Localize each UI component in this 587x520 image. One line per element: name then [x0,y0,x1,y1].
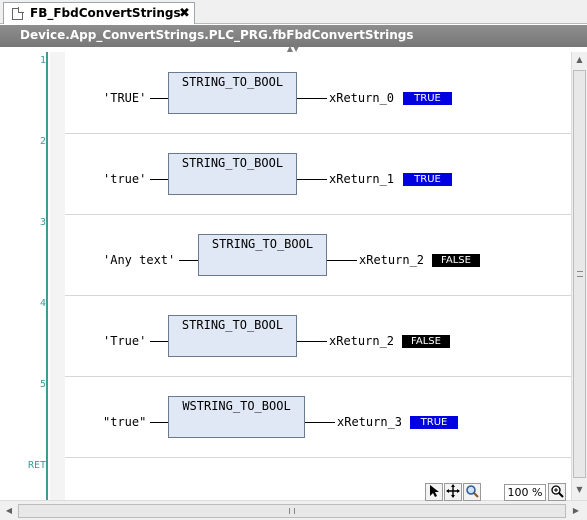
scroll-down-icon[interactable]: ▼ [572,482,587,498]
vertical-scroll-thumb[interactable] [573,70,586,478]
input-wire [150,422,168,423]
pointer-icon[interactable] [425,483,443,501]
output-variable[interactable]: xReturn_1 [329,172,394,186]
input-constant[interactable]: 'TRUE' [103,91,146,105]
output-variable[interactable]: xReturn_2 [359,253,424,267]
network-separator [65,133,571,134]
output-wire [327,260,357,261]
scroll-left-icon[interactable]: ◀ [1,503,17,519]
document-icon [12,7,24,20]
output-wire [305,422,335,423]
horizontal-scroll-thumb[interactable] [18,504,566,518]
network-separator [65,376,571,377]
online-value-badge: TRUE [403,92,452,105]
function-block-name: STRING_TO_BOOL [181,318,284,332]
return-label[interactable]: RET [0,460,46,471]
output-wire [297,98,327,99]
vertical-scrollbar[interactable]: ▲ ▼ [571,52,587,500]
move-icon[interactable] [444,483,462,501]
input-wire [179,260,198,261]
scroll-up-icon[interactable]: ▲ [572,52,587,68]
online-value-badge: FALSE [402,335,450,348]
editor-tab-strip: FB_FbdConvertStrings ✖ [0,0,587,24]
function-block-name: STRING_TO_BOOL [181,156,284,170]
function-block[interactable]: WSTRING_TO_BOOL [168,396,305,438]
online-value-badge: TRUE [403,173,452,186]
network-number[interactable]: 3 [0,217,46,228]
input-constant[interactable]: "true" [103,415,146,429]
zoom-options-icon[interactable] [548,483,566,501]
zoom-level[interactable]: 100 % [504,484,546,501]
network-gutter [0,52,48,500]
network-separator [65,295,571,296]
output-variable[interactable]: xReturn_2 [329,334,394,348]
input-wire [150,179,168,180]
network-number[interactable]: 5 [0,379,46,390]
input-wire [150,341,168,342]
network-number[interactable]: 2 [0,136,46,147]
fbd-editor[interactable]: 1 'TRUE' STRING_TO_BOOL xReturn_0 TRUE 2 'true… [0,52,571,500]
network-number[interactable]: 1 [0,55,46,66]
scroll-right-icon[interactable]: ▶ [568,503,584,519]
input-constant[interactable]: 'true' [103,172,146,186]
output-wire [297,179,327,180]
function-block-name: STRING_TO_BOOL [211,237,314,251]
magnifier-icon[interactable] [463,483,481,501]
function-block[interactable]: STRING_TO_BOOL [198,234,327,276]
input-wire [150,98,168,99]
function-block-name: WSTRING_TO_BOOL [182,399,291,413]
function-block-name: STRING_TO_BOOL [181,75,284,89]
network-margin [50,52,65,500]
close-icon[interactable]: ✖ [179,6,190,21]
network-number[interactable]: 4 [0,298,46,309]
output-variable[interactable]: xReturn_0 [329,91,394,105]
input-constant[interactable]: 'Any text' [103,253,175,267]
output-variable[interactable]: xReturn_3 [337,415,402,429]
function-block[interactable]: STRING_TO_BOOL [168,153,297,195]
tab-fb-fbdconvertstrings[interactable]: FB_FbdConvertStrings ✖ [3,2,195,24]
tab-title: FB_FbdConvertStrings [30,6,181,20]
online-value-badge: TRUE [410,416,458,429]
instance-path: Device.App_ConvertStrings.PLC_PRG.fbFbdC… [20,28,414,42]
output-wire [297,341,327,342]
network-separator [65,457,571,458]
network-separator [65,214,571,215]
function-block[interactable]: STRING_TO_BOOL [168,72,297,114]
online-value-badge: FALSE [432,254,480,267]
function-block[interactable]: STRING_TO_BOOL [168,315,297,357]
input-constant[interactable]: 'True' [103,334,146,348]
horizontal-scrollbar[interactable]: ◀ ▶ [0,500,587,520]
